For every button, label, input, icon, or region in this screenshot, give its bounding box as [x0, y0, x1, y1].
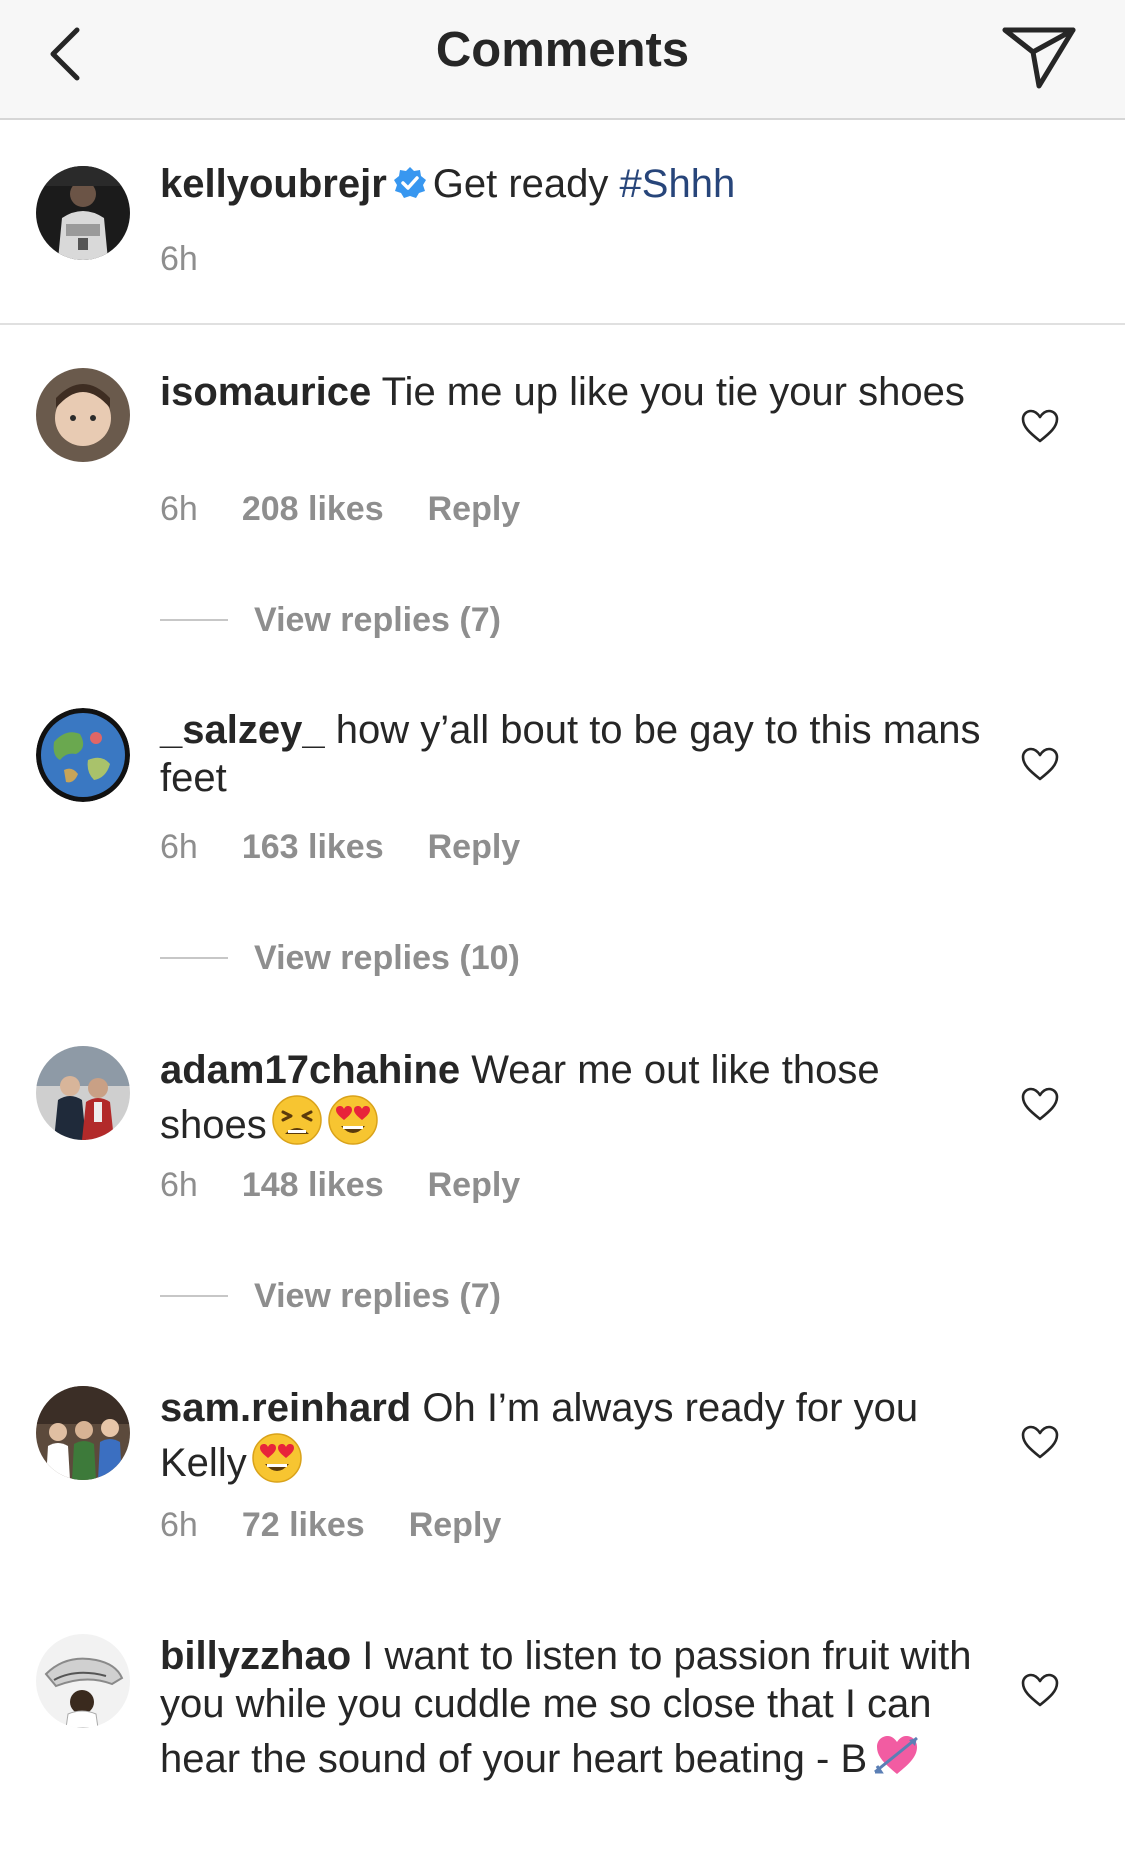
- comment-avatar[interactable]: [36, 708, 130, 802]
- comment-username[interactable]: billyzzhao: [160, 1634, 351, 1678]
- comment-text: isomaurice Tie me up like you tie your s…: [160, 368, 990, 416]
- view-replies-label: View replies (10): [254, 938, 520, 977]
- comment-text: _salzey_ how y’all bout to be gay to thi…: [160, 706, 990, 802]
- paper-plane-icon: [1002, 27, 1076, 89]
- comment-likes[interactable]: 72 likes: [242, 1506, 365, 1545]
- caption-body: Get ready: [432, 162, 620, 206]
- page-title: Comments: [435, 23, 690, 77]
- comment-timestamp: 6h: [160, 1506, 198, 1544]
- heart-icon: [1021, 747, 1059, 781]
- direct-share-button[interactable]: [995, 12, 1085, 102]
- view-replies-button[interactable]: View replies (7): [160, 1276, 501, 1316]
- divider-line: [160, 619, 228, 621]
- like-button[interactable]: [1020, 408, 1060, 444]
- reply-button[interactable]: Reply: [428, 490, 521, 529]
- comment-meta: 6h 72 likes Reply: [160, 1506, 501, 1545]
- comment-timestamp: 6h: [160, 1166, 198, 1204]
- view-replies-button[interactable]: View replies (7): [160, 600, 501, 640]
- divider-line: [160, 957, 228, 959]
- caption-hashtag[interactable]: #Shhh: [620, 162, 736, 206]
- heart-with-arrow-emoji-icon: [871, 1728, 923, 1791]
- comment-likes[interactable]: 208 likes: [242, 490, 384, 529]
- comment-body: Tie me up like you tie your shoes: [381, 370, 965, 414]
- comment-username[interactable]: _salzey_: [160, 708, 325, 752]
- comment-timestamp: 6h: [160, 490, 198, 528]
- comment-meta: 6h 208 likes Reply: [160, 490, 520, 529]
- comment-meta: 6h 163 likes Reply: [160, 828, 520, 867]
- comment-likes[interactable]: 148 likes: [242, 1166, 384, 1205]
- comment-avatar[interactable]: [36, 368, 130, 462]
- comment-text: billyzzhao I want to listen to passion f…: [160, 1632, 990, 1791]
- caption-author-avatar[interactable]: [36, 166, 130, 260]
- heart-icon: [1021, 1673, 1059, 1707]
- caption-text: kellyoubrejr Get ready #Shhh: [160, 160, 990, 211]
- comment-username[interactable]: adam17chahine: [160, 1048, 460, 1092]
- like-button[interactable]: [1020, 1086, 1060, 1122]
- divider-line: [160, 1295, 228, 1297]
- comment-text: adam17chahine Wear me out like those sho…: [160, 1046, 990, 1157]
- comment-username[interactable]: isomaurice: [160, 370, 371, 414]
- caption-username[interactable]: kellyoubrejr: [160, 162, 387, 206]
- comment-likes[interactable]: 163 likes: [242, 828, 384, 867]
- reply-button[interactable]: Reply: [428, 1166, 521, 1205]
- comment-meta: 6h 148 likes Reply: [160, 1166, 520, 1205]
- reply-button[interactable]: Reply: [409, 1506, 502, 1545]
- comment-avatar[interactable]: [36, 1386, 130, 1480]
- heart-eyes-emoji-icon: [251, 1432, 303, 1495]
- heart-icon: [1021, 1087, 1059, 1121]
- like-button[interactable]: [1020, 1424, 1060, 1460]
- comment-avatar[interactable]: [36, 1634, 130, 1728]
- caption-meta: 6h: [160, 240, 198, 279]
- heart-icon: [1021, 1425, 1059, 1459]
- like-button[interactable]: [1020, 1672, 1060, 1708]
- reply-button[interactable]: Reply: [428, 828, 521, 867]
- comment-username[interactable]: sam.reinhard: [160, 1386, 411, 1430]
- verified-badge-icon: [393, 163, 427, 211]
- like-button[interactable]: [1020, 746, 1060, 782]
- comment-avatar[interactable]: [36, 1046, 130, 1140]
- comment-timestamp: 6h: [160, 828, 198, 866]
- header-bar: Comments: [0, 0, 1125, 120]
- heart-icon: [1021, 409, 1059, 443]
- tired-face-emoji-icon: [271, 1094, 323, 1157]
- view-replies-button[interactable]: View replies (10): [160, 938, 520, 978]
- view-replies-label: View replies (7): [254, 1276, 501, 1315]
- heart-eyes-emoji-icon: [327, 1094, 379, 1157]
- caption-timestamp: 6h: [160, 240, 198, 278]
- post-caption: kellyoubrejr Get ready #Shhh 6h: [0, 120, 1125, 325]
- view-replies-label: View replies (7): [254, 600, 501, 639]
- comment-text: sam.reinhard Oh I’m always ready for you…: [160, 1384, 990, 1495]
